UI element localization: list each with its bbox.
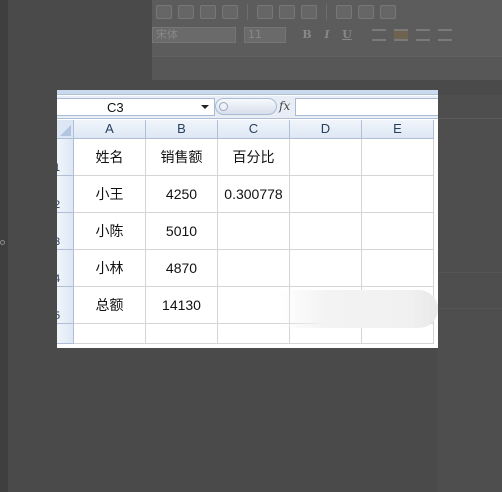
name-box[interactable]: C3 [57,98,215,116]
print-icon [257,5,273,19]
font-name-box: 宋体 [152,27,236,43]
save-icon [200,5,216,19]
cell-e2[interactable] [362,176,434,213]
row-header[interactable]: 1 [57,139,74,176]
cell-value: 4250 [165,186,198,202]
cell-b3[interactable]: 5010 [146,213,218,250]
cell-value: 百分比 [232,149,275,165]
open-icon [178,5,194,19]
toolbar-separator [326,4,327,20]
background-sheet-area [437,95,502,492]
toolbar-separator [247,4,248,20]
row-header[interactable]: 2 [57,176,74,213]
cell-value: 14130 [162,297,201,313]
row-number: 4 [57,273,60,285]
row-number: 1 [57,162,60,174]
font-size-box: 11 [244,27,286,43]
cell-value: 总额 [95,297,124,313]
row-number: 2 [57,199,60,211]
cell-a4[interactable]: 小林 [74,250,146,287]
cell-c4[interactable] [218,250,290,287]
cell-b1[interactable]: 销售额 [146,139,218,176]
background-toolbar [152,0,502,24]
print-preview-icon [279,5,295,19]
blur-artifact [279,290,438,328]
column-header-c[interactable]: C [218,120,290,139]
cell-value: 4870 [165,260,198,276]
cell-a5[interactable]: 总额 [74,287,146,324]
ribbon-edge [57,90,438,95]
research-icon [336,5,352,19]
select-all-button[interactable] [57,120,74,139]
permission-icon [222,5,238,19]
background-formula-strip [152,56,502,80]
cell-b4[interactable]: 4870 [146,250,218,287]
column-header-d[interactable]: D [290,120,362,139]
background-grid-line [437,272,502,273]
select-all-triangle-icon [60,125,71,136]
row-header[interactable]: 3 [57,213,74,250]
row-number: 5 [57,310,60,322]
cell-a1[interactable]: 姓名 [74,139,146,176]
row-header[interactable] [57,324,74,344]
cell-value: 5010 [165,223,198,239]
cell-value: 销售额 [160,149,203,165]
insert-function-icon[interactable]: fx [279,99,290,113]
cell-c3[interactable] [218,213,290,250]
column-header-b[interactable]: B [146,120,218,139]
cell-d4[interactable] [290,250,362,287]
spreadsheet-zoom: C3 fx ABCDE 1 姓名 销售额 百分比 2 小王 4250 0.300778 3 小陈 50… [57,90,438,348]
cut-icon [358,5,374,19]
background-excel-window: 宋体 11 B I U [152,0,502,80]
background-edge [0,0,8,492]
cell-c1[interactable]: 百分比 [218,139,290,176]
new-icon [156,5,172,19]
splitter-knob-icon [219,102,228,111]
formula-input[interactable] [295,98,438,116]
align-center-icon [394,29,408,41]
cell-d1[interactable] [290,139,362,176]
name-box-value: C3 [107,100,124,115]
row-header[interactable]: 5 [57,287,74,324]
cell-e4[interactable] [362,250,434,287]
copy-icon [380,5,396,19]
cell-b6[interactable] [146,324,218,344]
row-header[interactable]: 4 [57,250,74,287]
italic-button: I [324,28,330,41]
merge-center-icon [438,29,452,41]
cell-value: 小林 [95,260,124,276]
formula-bar: C3 fx [57,96,438,119]
background-grid-line [437,308,502,309]
underline-button: U [342,28,352,41]
cell-value: 0.300778 [224,186,283,202]
column-header-a[interactable]: A [74,120,146,139]
cell-value: 小王 [95,186,124,202]
cell-c2[interactable]: 0.300778 [218,176,290,213]
bold-button: B [302,28,312,41]
cell-value: 姓名 [95,149,124,165]
background-grid-line [437,118,502,119]
row-number: 3 [57,236,60,248]
cell-value: 小陈 [95,223,124,239]
cell-e3[interactable] [362,213,434,250]
column-header-e[interactable]: E [362,120,434,139]
align-right-icon [416,29,430,41]
cell-b2[interactable]: 4250 [146,176,218,213]
cell-a6[interactable] [74,324,146,344]
background-format-row: 宋体 11 B I U [152,24,502,46]
spelling-icon [301,5,317,19]
cell-b5[interactable]: 14130 [146,287,218,324]
cell-e1[interactable] [362,139,434,176]
cell-d3[interactable] [290,213,362,250]
formula-bar-splitter[interactable] [215,98,277,115]
align-left-icon [372,29,386,41]
cell-d2[interactable] [290,176,362,213]
cell-a3[interactable]: 小陈 [74,213,146,250]
mouse-cursor-icon [0,240,5,245]
cell-a2[interactable]: 小王 [74,176,146,213]
chevron-down-icon[interactable] [201,105,209,109]
